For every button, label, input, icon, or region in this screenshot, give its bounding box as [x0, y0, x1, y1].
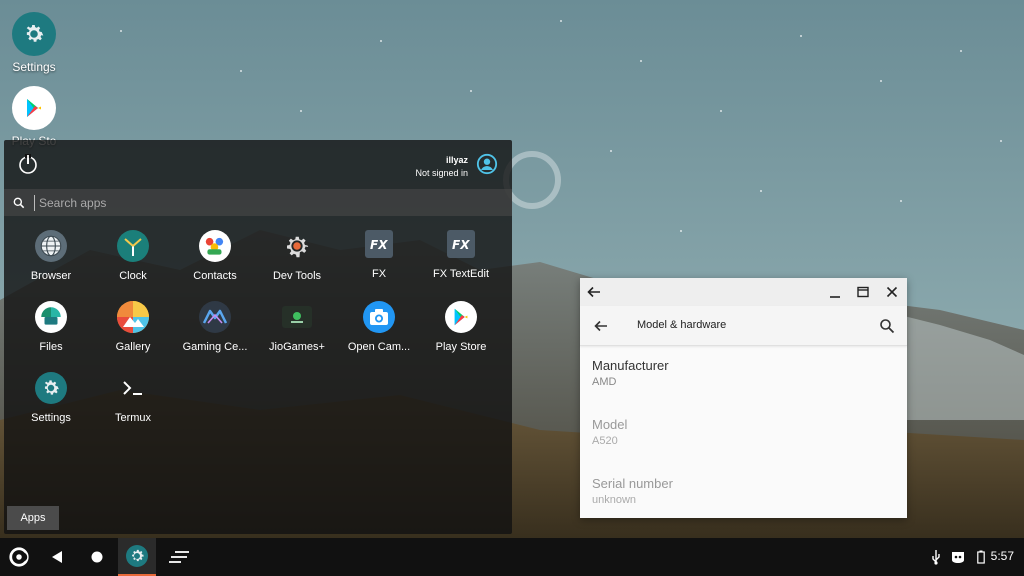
close-icon[interactable]	[884, 284, 900, 300]
system-clock[interactable]: 5:57	[991, 549, 1014, 563]
taskbar-settings-app[interactable]	[118, 538, 156, 576]
app-label: Gaming Ce...	[182, 341, 248, 353]
search-icon[interactable]	[879, 318, 895, 334]
app-files[interactable]: Files	[10, 301, 92, 353]
user-name: illyaz	[445, 155, 468, 165]
battery-icon[interactable]	[974, 538, 988, 576]
manufacturer-label: Manufacturer	[592, 358, 669, 373]
app-label: FX	[371, 268, 387, 280]
back-triangle-icon[interactable]	[44, 538, 70, 576]
app-label: Browser	[30, 270, 72, 282]
app-gaming-center[interactable]: Gaming Ce...	[174, 301, 256, 353]
power-icon[interactable]	[16, 152, 40, 176]
app-contacts[interactable]: Contacts	[174, 230, 256, 282]
fx-textedit-icon: FX	[447, 230, 475, 258]
app-clock[interactable]: Clock	[92, 230, 174, 282]
text-cursor	[34, 194, 35, 211]
settings-gear-icon	[35, 372, 67, 404]
serial-number-label: Serial number	[592, 476, 673, 491]
desktop-settings-shortcut[interactable]: Settings	[0, 12, 68, 74]
app-label: Contacts	[193, 270, 237, 282]
window-titlebar[interactable]	[580, 278, 907, 306]
app-label: FX TextEdit	[432, 268, 490, 280]
gaming-center-icon	[199, 301, 231, 333]
manufacturer-value: AMD	[592, 376, 617, 388]
home-circle-icon[interactable]	[84, 538, 110, 576]
clock-icon	[117, 230, 149, 262]
app-label: Dev Tools	[272, 270, 322, 282]
app-label: Settings	[31, 412, 71, 424]
terminal-icon	[117, 372, 149, 404]
gallery-icon	[117, 301, 149, 333]
fx-file-explorer-icon: FX	[365, 230, 393, 258]
app-label: Play Store	[435, 341, 487, 353]
browser-globe-icon	[35, 230, 67, 262]
back-arrow-icon[interactable]	[586, 284, 602, 300]
app-open-camera[interactable]: Open Cam...	[338, 301, 420, 353]
minimize-icon[interactable]	[827, 284, 843, 300]
app-termux[interactable]: Termux	[92, 372, 174, 424]
app-dev-tools[interactable]: Dev Tools	[256, 230, 338, 282]
app-settings[interactable]: Settings	[10, 372, 92, 424]
app-label: Termux	[114, 412, 152, 424]
jiogames-icon	[282, 306, 312, 328]
user-status: Not signed in	[415, 168, 468, 178]
account-avatar-icon[interactable]	[476, 153, 498, 175]
taskbar: 5:57	[0, 538, 1024, 576]
app-label: JioGames+	[269, 341, 325, 353]
desktop-settings-label: Settings	[12, 60, 56, 74]
maximize-icon[interactable]	[855, 284, 871, 300]
files-icon	[35, 301, 67, 333]
launcher-logo-icon[interactable]	[4, 538, 34, 576]
desktop-play-store-shortcut[interactable]: Play Sto	[0, 86, 68, 148]
model-value: A520	[592, 435, 618, 447]
manufacturer-item[interactable]: Manufacturer AMD	[580, 346, 907, 405]
svg-text:FX: FX	[452, 238, 470, 252]
settings-window: Model & hardware Manufacturer AMD Model …	[580, 278, 907, 518]
start-menu: illyaz Not signed in Browser Clock	[4, 140, 512, 534]
play-store-icon	[12, 86, 56, 130]
search-icon	[13, 197, 25, 208]
user-info[interactable]: illyaz Not signed in	[415, 154, 468, 180]
navigate-up-icon[interactable]	[593, 318, 609, 334]
app-label: Files	[39, 341, 63, 353]
app-browser[interactable]: Browser	[10, 230, 92, 282]
serial-number-value: unknown	[592, 494, 637, 506]
contacts-icon	[199, 230, 231, 262]
page-title: Model & hardware	[637, 319, 727, 331]
svg-text:FX: FX	[370, 238, 388, 252]
model-item[interactable]: Model A520	[580, 405, 907, 464]
app-label: Open Cam...	[347, 341, 411, 353]
app-play-store[interactable]: Play Store	[420, 301, 502, 353]
settings-gear-icon	[12, 12, 56, 56]
recent-apps-icon[interactable]	[164, 538, 194, 576]
settings-gear-icon	[126, 545, 148, 567]
app-label: Clock	[119, 270, 147, 282]
search-apps-input[interactable]	[39, 195, 479, 210]
app-gallery[interactable]: Gallery	[92, 301, 174, 353]
usb-icon[interactable]	[926, 538, 946, 576]
model-label: Model	[592, 417, 628, 432]
start-menu-header: illyaz Not signed in	[4, 140, 512, 187]
app-fx-textedit[interactable]: FX FX TextEdit	[420, 230, 502, 280]
settings-toolbar: Model & hardware	[580, 306, 907, 346]
app-jiogames[interactable]: JioGames+	[256, 301, 338, 353]
app-fx[interactable]: FX FX	[338, 230, 420, 280]
notification-badge-icon[interactable]	[948, 538, 968, 576]
dev-tools-gear-icon	[281, 230, 313, 262]
apps-button[interactable]: Apps	[7, 506, 59, 530]
app-label: Gallery	[115, 341, 151, 353]
play-store-icon	[445, 301, 477, 333]
serial-number-item[interactable]: Serial number unknown	[580, 464, 907, 523]
camera-icon	[363, 301, 395, 333]
search-bar[interactable]	[4, 189, 512, 216]
